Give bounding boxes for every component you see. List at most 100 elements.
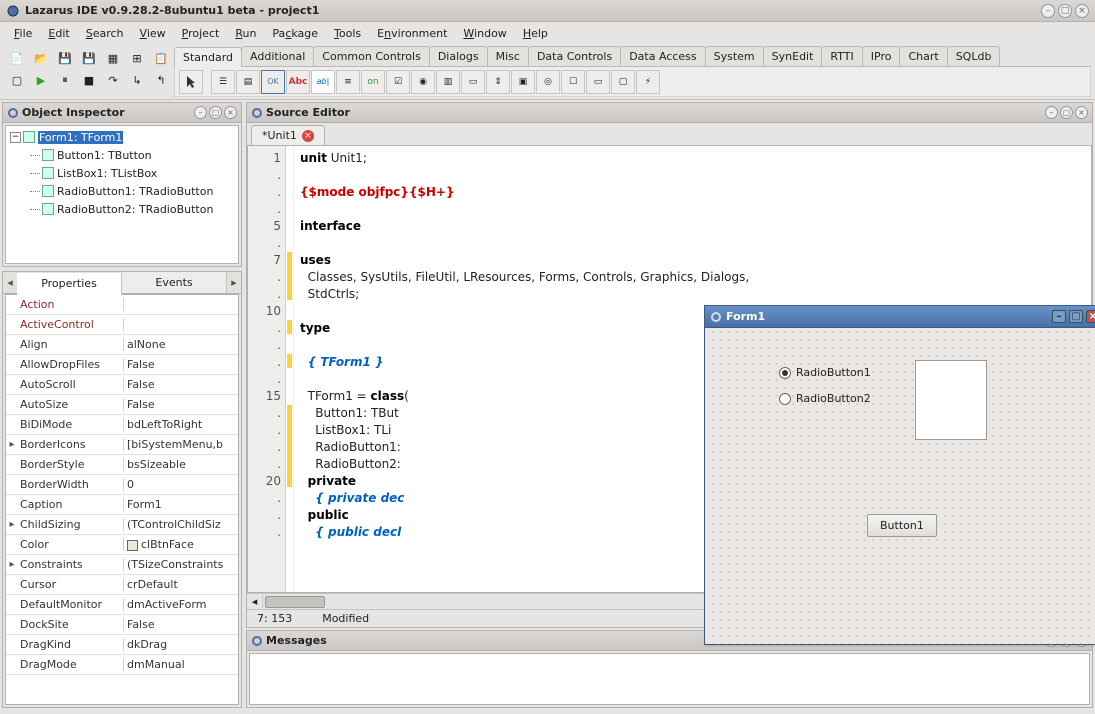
form-designer-titlebar[interactable]: Form1 – ▢ ×	[705, 306, 1095, 328]
tab-system[interactable]: System	[705, 46, 764, 66]
comp-checkgroup-icon[interactable]: ☐	[561, 70, 585, 94]
minimize-icon[interactable]: –	[194, 106, 207, 119]
comp-radiobutton-icon[interactable]: ◉	[411, 70, 435, 94]
property-row[interactable]: ▸Constraints(TSizeConstraints	[6, 555, 238, 575]
property-row[interactable]: DragModedmManual	[6, 655, 238, 675]
messages-list[interactable]	[249, 653, 1090, 705]
pause-icon[interactable]: ⏸	[54, 70, 76, 90]
tabs-next-icon[interactable]: ▸	[227, 276, 241, 289]
property-row[interactable]: BorderStylebsSizeable	[6, 455, 238, 475]
tab-dialogs[interactable]: Dialogs	[429, 46, 488, 66]
save-icon[interactable]: 💾	[54, 48, 76, 68]
design-listbox1[interactable]	[915, 360, 987, 440]
tab-data-access[interactable]: Data Access	[620, 46, 705, 66]
step-over-icon[interactable]: ↷	[102, 70, 124, 90]
tab-additional[interactable]: Additional	[241, 46, 314, 66]
tree-item[interactable]: Button1: TButton	[8, 146, 236, 164]
close-icon[interactable]: ×	[1075, 4, 1089, 18]
maximize-icon[interactable]: ▢	[1058, 4, 1072, 18]
property-row[interactable]: CursorcrDefault	[6, 575, 238, 595]
property-grid[interactable]: ActionActiveControlAlignalNoneAllowDropF…	[5, 294, 239, 705]
tab-close-icon[interactable]: ×	[302, 130, 314, 142]
property-row[interactable]: DockSiteFalse	[6, 615, 238, 635]
new-form-icon[interactable]: ▦	[102, 48, 124, 68]
saveall-icon[interactable]: 💾	[78, 48, 100, 68]
tabs-prev-icon[interactable]: ◂	[3, 276, 17, 289]
property-row[interactable]: ▸BorderIcons[biSystemMenu,b	[6, 435, 238, 455]
pointer-icon[interactable]	[179, 70, 203, 94]
comp-edit-icon[interactable]: ab|	[311, 70, 335, 94]
property-row[interactable]: ▸ChildSizing(TControlChildSiz	[6, 515, 238, 535]
close-icon[interactable]: ×	[224, 106, 237, 119]
view-units-icon[interactable]: 📋	[150, 48, 172, 68]
menu-search[interactable]: Search	[80, 25, 130, 42]
comp-combobox-icon[interactable]: ▭	[461, 70, 485, 94]
menu-package[interactable]: Package	[266, 25, 324, 42]
new-unit-icon[interactable]: 📄	[6, 48, 28, 68]
comp-frame-icon[interactable]: ▢	[611, 70, 635, 94]
menu-tools[interactable]: Tools	[328, 25, 367, 42]
design-button1[interactable]: Button1	[867, 514, 937, 537]
view-forms-icon[interactable]: ▢	[6, 70, 28, 90]
tab-properties[interactable]: Properties	[17, 273, 122, 295]
property-row[interactable]: DragKinddkDrag	[6, 635, 238, 655]
property-row[interactable]: BiDiModebdLeftToRight	[6, 415, 238, 435]
tab-events[interactable]: Events	[122, 272, 227, 293]
tree-item[interactable]: RadioButton1: TRadioButton	[8, 182, 236, 200]
comp-memo-icon[interactable]: ≡	[336, 70, 360, 94]
comp-checkbox-icon[interactable]: ☑	[386, 70, 410, 94]
minimize-icon[interactable]: –	[1041, 4, 1055, 18]
menu-view[interactable]: View	[134, 25, 172, 42]
run-icon[interactable]: ▶	[30, 70, 52, 90]
property-row[interactable]: ActiveControl	[6, 315, 238, 335]
step-out-icon[interactable]: ↰	[150, 70, 172, 90]
stop-icon[interactable]: ■	[78, 70, 100, 90]
component-tree[interactable]: −Form1: TForm1 Button1: TButton ListBox1…	[5, 125, 239, 264]
tab-synedit[interactable]: SynEdit	[763, 46, 823, 66]
comp-radiogroup-icon[interactable]: ◎	[536, 70, 560, 94]
menu-file[interactable]: File	[8, 25, 38, 42]
tab-standard[interactable]: Standard	[174, 47, 242, 67]
source-tab[interactable]: *Unit1×	[251, 125, 325, 145]
property-row[interactable]: CaptionForm1	[6, 495, 238, 515]
tree-item[interactable]: ListBox1: TListBox	[8, 164, 236, 182]
tab-ipro[interactable]: IPro	[862, 46, 901, 66]
property-row[interactable]: ColorclBtnFace	[6, 535, 238, 555]
close-icon[interactable]: ×	[1086, 310, 1095, 323]
menu-edit[interactable]: Edit	[42, 25, 75, 42]
close-icon[interactable]: ×	[1075, 106, 1088, 119]
menu-environment[interactable]: Environment	[371, 25, 453, 42]
property-row[interactable]: AutoScrollFalse	[6, 375, 238, 395]
minimize-icon[interactable]: –	[1045, 106, 1058, 119]
property-row[interactable]: DefaultMonitordmActiveForm	[6, 595, 238, 615]
comp-popupmenu-icon[interactable]: ▤	[236, 70, 260, 94]
comp-panel-icon[interactable]: ▭	[586, 70, 610, 94]
menu-help[interactable]: Help	[517, 25, 554, 42]
tab-common-controls[interactable]: Common Controls	[313, 46, 430, 66]
menu-project[interactable]: Project	[176, 25, 226, 42]
design-radiobutton2[interactable]: RadioButton2	[779, 392, 871, 405]
property-row[interactable]: AlignalNone	[6, 335, 238, 355]
tab-data-controls[interactable]: Data Controls	[528, 46, 621, 66]
maximize-icon[interactable]: ▢	[209, 106, 222, 119]
property-row[interactable]: AutoSizeFalse	[6, 395, 238, 415]
comp-label-icon[interactable]: Abc	[286, 70, 310, 94]
design-radiobutton1[interactable]: RadioButton1	[779, 366, 871, 379]
tab-sqldb[interactable]: SQLdb	[947, 46, 1001, 66]
comp-actionlist-icon[interactable]: ⚡	[636, 70, 660, 94]
toggle-form-icon[interactable]: ⊞	[126, 48, 148, 68]
maximize-icon[interactable]: ▢	[1060, 106, 1073, 119]
maximize-icon[interactable]: ▢	[1069, 310, 1083, 323]
tree-item[interactable]: RadioButton2: TRadioButton	[8, 200, 236, 218]
property-row[interactable]: BorderWidth0	[6, 475, 238, 495]
tab-rtti[interactable]: RTTI	[821, 46, 862, 66]
form-designer-window[interactable]: Form1 – ▢ × RadioButton1 RadioButton2 Bu…	[704, 305, 1095, 645]
tab-misc[interactable]: Misc	[487, 46, 529, 66]
property-row[interactable]: Action	[6, 295, 238, 315]
tree-root[interactable]: −Form1: TForm1	[8, 128, 236, 146]
property-row[interactable]: AllowDropFilesFalse	[6, 355, 238, 375]
step-into-icon[interactable]: ↳	[126, 70, 148, 90]
comp-listbox-icon[interactable]: ▥	[436, 70, 460, 94]
open-icon[interactable]: 📂	[30, 48, 52, 68]
comp-button-icon[interactable]: OK	[261, 70, 285, 94]
